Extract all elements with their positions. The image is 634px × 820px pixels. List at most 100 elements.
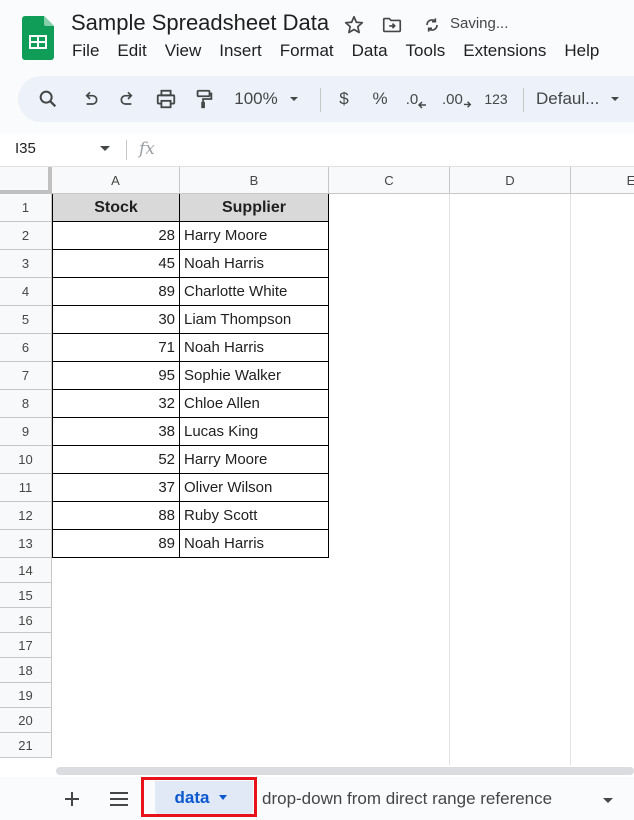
zoom-select[interactable]: 100% [232,87,302,111]
stock-cell[interactable]: 89 [52,278,180,306]
column-header-d[interactable]: D [450,167,571,194]
row-header[interactable]: 9 [0,418,52,446]
print-icon [156,89,176,109]
sheet-tab-dropdown[interactable]: drop-down from direct range reference [262,789,552,809]
row-header[interactable]: 20 [0,708,52,733]
percent-label: % [372,89,388,108]
toolbar-divider [320,88,321,112]
stock-cell[interactable]: 32 [52,390,180,418]
supplier-cell[interactable]: Lucas King [180,418,329,446]
header-cell-supplier[interactable]: Supplier [180,194,329,222]
menu-edit[interactable]: Edit [108,40,155,64]
decrease-decimal-button[interactable]: .0 [404,87,430,111]
font-select[interactable]: Defaul... [536,87,632,111]
menu-file[interactable]: File [63,40,108,64]
select-all-corner[interactable] [0,167,52,194]
supplier-cell[interactable]: Charlotte White [180,278,329,306]
stock-cell[interactable]: 89 [52,530,180,558]
stock-cell[interactable]: 28 [52,222,180,250]
row-header[interactable]: 21 [0,733,52,758]
supplier-cell[interactable]: Harry Moore [180,222,329,250]
row-header[interactable]: 19 [0,683,52,708]
menu-tools[interactable]: Tools [397,40,455,64]
row-header[interactable]: 8 [0,390,52,418]
column-header-e[interactable]: E [571,167,634,194]
increase-decimal-button[interactable]: .00 [442,87,472,111]
menu-help[interactable]: Help [555,40,608,64]
chevron-down-icon [611,97,620,101]
menu-extensions[interactable]: Extensions [454,40,555,64]
row-header[interactable]: 18 [0,658,52,683]
row-header[interactable]: 2 [0,222,52,250]
row-header[interactable]: 12 [0,502,52,530]
stock-cell[interactable]: 45 [52,250,180,278]
tab-highlight-box [141,777,257,817]
add-sheet-icon[interactable] [62,789,82,809]
stock-cell[interactable]: 71 [52,334,180,362]
column-header-a[interactable]: A [52,167,180,194]
row-header[interactable]: 16 [0,608,52,633]
supplier-cell[interactable]: Liam Thompson [180,306,329,334]
supplier-cell[interactable]: Harry Moore [180,446,329,474]
row-header[interactable]: 10 [0,446,52,474]
row-header[interactable]: 13 [0,530,52,558]
column-header-c[interactable]: C [329,167,450,194]
gridline [449,194,450,765]
row-header[interactable]: 11 [0,474,52,502]
chevron-down-icon[interactable] [99,144,111,154]
row-header[interactable]: 17 [0,633,52,658]
number-format-button[interactable]: 123 [482,87,510,111]
menu-format[interactable]: Format [271,40,343,64]
currency-format-button[interactable]: $ [334,87,354,111]
row-header[interactable]: 1 [0,194,52,222]
horizontal-scrollbar[interactable] [0,765,634,777]
search-menus-button[interactable] [36,87,60,111]
row-header[interactable]: 6 [0,334,52,362]
currency-label: $ [339,89,349,108]
column-header-b[interactable]: B [180,167,329,194]
chevron-down-icon[interactable] [601,797,615,805]
document-title[interactable]: Sample Spreadsheet Data [71,10,329,36]
sync-icon [426,18,438,32]
row-header[interactable]: 7 [0,362,52,390]
stock-cell[interactable]: 95 [52,362,180,390]
paint-format-button[interactable] [192,87,216,111]
supplier-cell[interactable]: Chloe Allen [180,390,329,418]
menu-view[interactable]: View [156,40,211,64]
row-header[interactable]: 3 [0,250,52,278]
percent-format-button[interactable]: % [370,87,390,111]
row-header[interactable]: 4 [0,278,52,306]
supplier-cell[interactable]: Noah Harris [180,250,329,278]
header-cell-stock[interactable]: Stock [52,194,180,222]
stock-cell[interactable]: 38 [52,418,180,446]
stock-cell[interactable]: 37 [52,474,180,502]
supplier-cell[interactable]: Noah Harris [180,530,329,558]
supplier-cell[interactable]: Sophie Walker [180,362,329,390]
menu-data[interactable]: Data [343,40,397,64]
redo-button[interactable] [116,87,140,111]
stock-cell[interactable]: 30 [52,306,180,334]
supplier-cell[interactable]: Ruby Scott [180,502,329,530]
row-header[interactable]: 14 [0,558,52,583]
undo-button[interactable] [78,87,102,111]
scrollbar-thumb[interactable] [56,767,634,775]
star-icon[interactable] [343,14,365,36]
stock-cell[interactable]: 88 [52,502,180,530]
supplier-cell[interactable]: Oliver Wilson [180,474,329,502]
supplier-cell[interactable]: Noah Harris [180,334,329,362]
save-status: Saving... [450,15,509,32]
menu-insert[interactable]: Insert [210,40,271,64]
stock-cell[interactable]: 52 [52,446,180,474]
print-button[interactable] [154,87,178,111]
toolbar: 100% $ % .0 .00 123 Defaul... [18,76,634,122]
chevron-down-icon [289,97,298,101]
name-box[interactable]: I35 [15,140,36,157]
increase-decimal-label: .00 [442,90,463,108]
row-header[interactable]: 15 [0,583,52,608]
spreadsheet-grid[interactable]: A B C D E 1 2 3 4 5 6 7 8 9 10 11 12 13 … [0,167,634,765]
all-sheets-menu-icon[interactable] [108,790,130,808]
formula-bar: I35 fx [0,134,634,167]
sheets-logo-icon[interactable] [22,16,54,60]
row-header[interactable]: 5 [0,306,52,334]
move-to-folder-icon[interactable] [381,14,403,36]
